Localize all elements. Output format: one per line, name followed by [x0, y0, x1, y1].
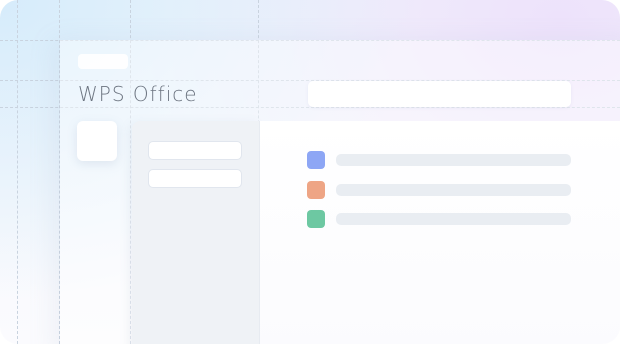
list-item-placeholder: [336, 213, 571, 225]
document-icon: [307, 210, 325, 228]
nav-item[interactable]: [148, 141, 242, 160]
search-input[interactable]: [308, 81, 571, 107]
list-item[interactable]: [307, 210, 571, 228]
document-icon: [307, 151, 325, 169]
illustration-canvas: WPS Office: [0, 0, 620, 344]
guide-line-vertical: [17, 0, 18, 344]
list-item-placeholder: [336, 184, 571, 196]
list-item[interactable]: [307, 181, 571, 199]
document-icon: [307, 181, 325, 199]
sidebar-tile-button[interactable]: [77, 121, 117, 161]
list-item-placeholder: [336, 154, 571, 166]
list-item[interactable]: [307, 151, 571, 169]
app-logo: WPS Office: [78, 82, 198, 106]
window-tab[interactable]: [78, 54, 128, 69]
nav-item[interactable]: [148, 169, 242, 188]
